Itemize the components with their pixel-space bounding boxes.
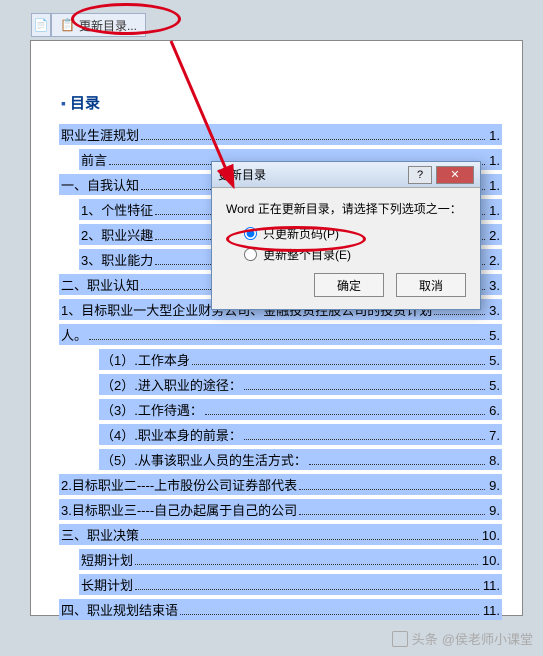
toc-entry-text: （5）.从事该职业人员的生活方式：: [101, 450, 307, 469]
radio-pages-input[interactable]: [244, 227, 257, 240]
toc-dots: [434, 314, 485, 315]
toc-entry-page: 5.: [489, 328, 500, 343]
watermark-icon: [392, 631, 408, 647]
toc-entry-text: 三、职业决策: [61, 525, 139, 544]
toc-entry-page: 9.: [489, 478, 500, 493]
arrow-annotation: [161, 31, 281, 211]
toc-dots: [244, 389, 485, 390]
toc-entry-page: 3.: [489, 303, 500, 318]
toc-entry-text: 前言: [81, 150, 107, 169]
watermark: 头条 @侯老师小课堂: [392, 629, 533, 648]
toc-entry-text: （2）.进入职业的途径：: [101, 375, 242, 394]
toc-entry-page: 1.: [489, 178, 500, 193]
toc-entry-text: （1）.工作本身: [101, 350, 190, 369]
watermark-text: @侯老师小课堂: [442, 629, 533, 648]
toc-dots: [192, 364, 485, 365]
toc-entry[interactable]: 2.目标职业二----上市股份公司证券部代表 9.: [59, 474, 502, 495]
ok-button[interactable]: 确定: [314, 273, 384, 297]
toc-entry[interactable]: （4）.职业本身的前景： 7.: [99, 424, 502, 445]
toc-entry-text: 1、个性特征: [81, 200, 153, 219]
toc-entry[interactable]: 长期计划 11.: [79, 574, 502, 595]
radio-all-label: 更新整个目录(E): [263, 246, 351, 263]
toc-dots: [135, 589, 479, 590]
toc-entry-page: 11.: [483, 578, 500, 593]
close-button[interactable]: ✕: [436, 166, 474, 184]
toc-entry[interactable]: （5）.从事该职业人员的生活方式： 8.: [99, 449, 502, 470]
toc-entry-text: 3.目标职业三----自己办起属于自己的公司: [61, 500, 297, 519]
toc-entry-text: 2.目标职业二----上市股份公司证券部代表: [61, 475, 297, 494]
toc-entry-page: 7.: [489, 428, 500, 443]
toc-entry-text: （4）.职业本身的前景：: [101, 425, 242, 444]
toc-entry-text: 2、职业兴趣: [81, 225, 153, 244]
toc-entry[interactable]: （1）.工作本身 5.: [99, 349, 502, 370]
toc-dots: [244, 439, 485, 440]
toc-entry[interactable]: 人。 5.: [59, 324, 502, 345]
toc-entry-text: 一、自我认知: [61, 175, 139, 194]
toc-entry-page: 2.: [489, 253, 500, 268]
toc-entry-text: 二、职业认知: [61, 275, 139, 294]
toc-dots: [135, 564, 478, 565]
toc-entry-page: 10.: [482, 528, 500, 543]
doc-icon: 📄: [34, 18, 49, 32]
watermark-prefix: 头条: [412, 629, 438, 648]
radio-all-input[interactable]: [244, 248, 257, 261]
cancel-button[interactable]: 取消: [396, 273, 466, 297]
toc-entry-page: 1.: [489, 153, 500, 168]
toc-entry-text: 3、职业能力: [81, 250, 153, 269]
tab-bar: 📄 📋 更新目录...: [31, 13, 146, 37]
doc-icon-tab[interactable]: 📄: [31, 13, 51, 37]
radio-update-all[interactable]: 更新整个目录(E): [244, 246, 466, 263]
update-toc-button[interactable]: 📋 更新目录...: [51, 13, 146, 37]
toc-dots: [299, 514, 485, 515]
toc-entry-page: 1.: [489, 128, 500, 143]
toc-dots: [180, 614, 479, 615]
toc-entry-text: 人。: [61, 325, 87, 344]
toc-entry[interactable]: 三、职业决策 10.: [59, 524, 502, 545]
toc-entry-page: 10.: [482, 553, 500, 568]
radio-pages-label: 只更新页码(P): [263, 225, 339, 242]
toc-dots: [141, 539, 478, 540]
radio-update-pages[interactable]: 只更新页码(P): [244, 225, 466, 242]
help-button[interactable]: ?: [408, 166, 432, 184]
toc-entry-page: 1.: [489, 203, 500, 218]
anchor-icon: ▪: [61, 95, 66, 111]
update-icon: 📋: [60, 18, 75, 32]
toc-entry-page: 5.: [489, 353, 500, 368]
toc-dots: [309, 464, 485, 465]
toc-entry[interactable]: 四、职业规划结束语11.: [59, 599, 502, 620]
toc-entry[interactable]: 短期计划 10.: [79, 549, 502, 570]
toc-entry[interactable]: （2）.进入职业的途径： 5.: [99, 374, 502, 395]
toc-entry-text: 四、职业规划结束语: [61, 600, 178, 619]
document-page: 📄 📋 更新目录... ▪ 目录 职业生涯规划1.前言1.一、自我认知1.1、个…: [30, 40, 523, 616]
toc-entry-page: 8.: [489, 453, 500, 468]
toc-dots: [205, 414, 485, 415]
toc-entry[interactable]: 3.目标职业三----自己办起属于自己的公司 9.: [59, 499, 502, 520]
update-label: 更新目录...: [79, 17, 137, 34]
toc-entry-text: 职业生涯规划: [61, 125, 139, 144]
toc-entry-page: 3.: [489, 278, 500, 293]
toc-entry-text: （3）.工作待遇：: [101, 400, 203, 419]
toc-entry-page: 2.: [489, 228, 500, 243]
toc-entry-page: 6.: [489, 403, 500, 418]
toc-entry-page: 9.: [489, 503, 500, 518]
toc-entry-page: 5.: [489, 378, 500, 393]
toc-entry[interactable]: （3）.工作待遇： 6.: [99, 399, 502, 420]
toc-dots: [89, 339, 485, 340]
toc-entry-text: 长期计划: [81, 575, 133, 594]
toc-entry-text: 短期计划: [81, 550, 133, 569]
toc-dots: [299, 489, 485, 490]
